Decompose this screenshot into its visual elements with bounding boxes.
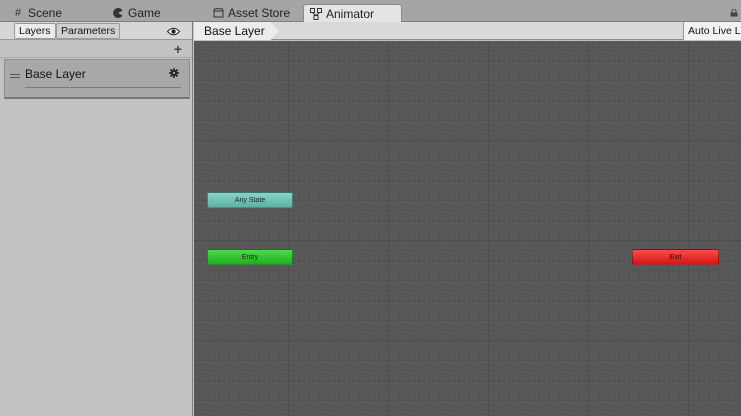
tab-layers[interactable]: Layers — [14, 23, 56, 39]
eye-icon[interactable] — [166, 25, 181, 39]
breadcrumb[interactable]: Base Layer — [194, 22, 279, 40]
state-node-label: Exit — [669, 253, 682, 261]
state-node-entry[interactable]: Entry — [207, 249, 293, 265]
animator-icon — [310, 8, 322, 20]
add-layer-row: + — [0, 40, 192, 58]
layer-weight-bar — [25, 87, 181, 88]
state-node-label: Any State — [234, 196, 266, 204]
auto-live-link-label: Auto Live Li — [688, 25, 741, 37]
state-node-exit[interactable]: Exit — [632, 249, 719, 265]
tab-game[interactable]: Game — [106, 4, 167, 22]
state-node-any-state[interactable]: Any State — [207, 192, 293, 208]
layer-name: Base Layer — [25, 67, 86, 81]
tab-asset-store[interactable]: Asset Store — [206, 4, 296, 22]
tab-parameters[interactable]: Parameters — [56, 23, 121, 39]
layers-panel-header: Layers Parameters — [0, 22, 192, 40]
tab-animator-label: Animator — [326, 7, 375, 21]
grid-icon: # — [14, 7, 22, 19]
state-machine-graph[interactable]: Any State Entry Exit — [194, 41, 741, 416]
layer-item[interactable]: Base Layer — [4, 59, 190, 99]
auto-live-link-toggle[interactable]: Auto Live Li — [683, 22, 741, 40]
state-node-label: Entry — [241, 253, 259, 261]
window-tab-strip: # Scene Game Asset Store Animator — [0, 0, 741, 23]
layers-panel: Layers Parameters + Base Layer — [0, 22, 193, 416]
pacman-icon — [112, 7, 124, 19]
tab-layers-label: Layers — [19, 25, 51, 37]
tab-animator[interactable]: Animator — [303, 4, 402, 23]
tab-parameters-label: Parameters — [61, 25, 116, 37]
lock-icon[interactable] — [730, 8, 738, 17]
gear-icon[interactable] — [169, 68, 179, 81]
store-icon — [212, 7, 224, 19]
animator-toolbar: Base Layer Auto Live Li — [194, 22, 741, 40]
tab-scene-label: Scene — [28, 6, 63, 20]
tab-scene[interactable]: # Scene — [6, 4, 68, 22]
breadcrumb-label: Base Layer — [204, 24, 265, 38]
drag-handle-icon[interactable] — [10, 71, 20, 82]
tab-asset-store-label: Asset Store — [228, 6, 291, 20]
tab-game-label: Game — [128, 6, 161, 20]
add-layer-button[interactable]: + — [174, 41, 182, 57]
